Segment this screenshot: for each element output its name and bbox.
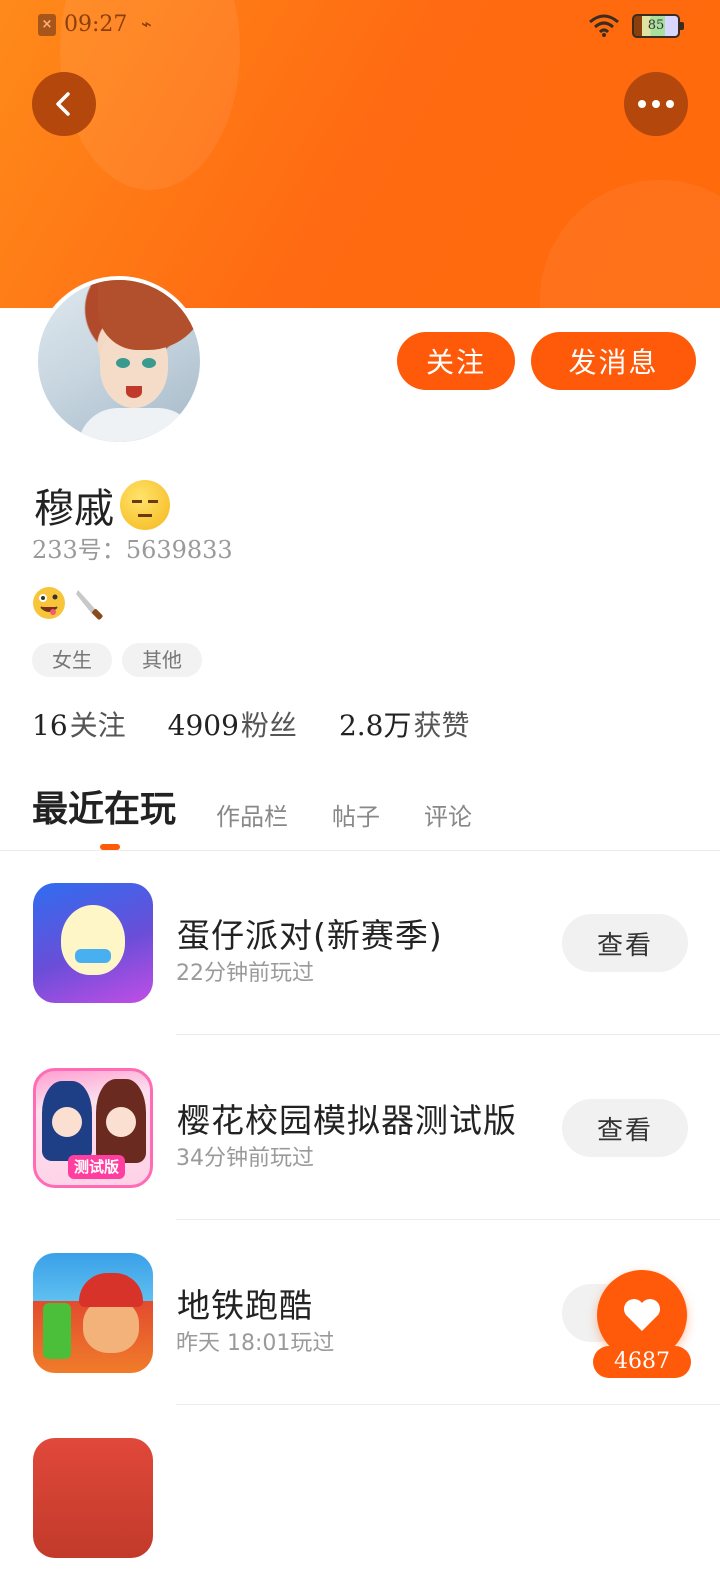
list-item[interactable]: 蛋仔派对(新赛季) 22分钟前玩过 查看 — [0, 851, 720, 1035]
game-icon[interactable]: 测试版 — [33, 1068, 153, 1188]
wifi-icon — [589, 14, 619, 37]
battery-level: 85 — [647, 18, 665, 33]
battery-icon: 85 — [632, 14, 684, 38]
stat-likes[interactable]: 2.8万获赞 — [339, 704, 470, 744]
game-title: 地铁跑酷 — [177, 1286, 313, 1325]
stat-fans[interactable]: 4909粉丝 — [168, 704, 297, 744]
divider — [176, 1404, 720, 1405]
divider — [176, 1219, 720, 1220]
game-last-played: 34分钟前玩过 — [176, 1146, 314, 1171]
status-right: 85 — [588, 14, 684, 38]
avatar[interactable] — [34, 276, 204, 446]
game-last-played: 22分钟前玩过 — [176, 961, 314, 986]
send-message-button[interactable]: 发消息 — [531, 332, 696, 390]
user-id: 233号：5639833 — [32, 530, 233, 565]
stat-following[interactable]: 16关注 — [32, 704, 126, 744]
tab-recently-played[interactable]: 最近在玩 — [32, 780, 176, 832]
back-arrow-icon — [56, 92, 70, 116]
tab-comments[interactable]: 评论 — [424, 797, 472, 832]
tag-other: 其他 — [122, 643, 202, 677]
stat-value: 16 — [32, 709, 68, 742]
tag-gender: 女生 — [32, 643, 112, 677]
notification-icon: × — [38, 13, 56, 36]
user-name-row: 穆戚 — [34, 476, 170, 534]
banner-decoration — [540, 180, 720, 308]
profile-tabs: 最近在玩 作品栏 帖子 评论 — [32, 780, 516, 832]
stat-value: 4909 — [167, 709, 239, 742]
stat-label: 获赞 — [413, 709, 470, 742]
game-last-played: 昨天 18:01玩过 — [176, 1331, 335, 1356]
tab-posts[interactable]: 帖子 — [332, 797, 380, 832]
test-version-badge: 测试版 — [68, 1155, 126, 1179]
user-stats: 16关注 4909粉丝 2.8万获赞 — [32, 704, 469, 744]
view-button[interactable]: 查看 — [562, 1099, 688, 1157]
user-tags: 女生 其他 — [32, 643, 202, 677]
stat-label: 粉丝 — [240, 709, 297, 742]
stat-value: 2.8万 — [338, 709, 412, 742]
list-item[interactable] — [0, 1406, 720, 1590]
unamused-face-icon — [120, 480, 170, 530]
divider — [176, 1034, 720, 1035]
status-bar: × 09:27 ⌁ 85 — [0, 0, 720, 56]
game-icon[interactable] — [33, 1438, 153, 1558]
back-button[interactable] — [32, 72, 96, 136]
status-time: 09:27 — [64, 12, 128, 37]
more-dots-icon — [638, 100, 674, 108]
status-left: × 09:27 ⌁ — [38, 12, 157, 37]
game-title: 蛋仔派对(新赛季) — [177, 916, 443, 955]
user-bio — [32, 586, 106, 620]
knife-icon — [76, 590, 103, 620]
more-options-button[interactable] — [624, 72, 688, 136]
user-name: 穆戚 — [34, 486, 114, 532]
game-icon[interactable] — [33, 1253, 153, 1373]
view-button[interactable]: 查看 — [562, 914, 688, 972]
stat-label: 关注 — [69, 709, 126, 742]
zany-face-icon — [33, 587, 65, 619]
user-id-value: 5639833 — [125, 536, 233, 564]
follow-button[interactable]: 关注 — [397, 332, 515, 390]
like-count: 4687 — [593, 1346, 691, 1378]
list-item[interactable]: 测试版 樱花校园模拟器测试版 34分钟前玩过 查看 — [0, 1036, 720, 1220]
game-title: 樱花校园模拟器测试版 — [177, 1101, 517, 1140]
user-id-label: 233号： — [32, 536, 126, 564]
app-notification-icon: ⌁ — [140, 13, 152, 35]
tab-works[interactable]: 作品栏 — [216, 797, 288, 832]
game-icon[interactable] — [33, 883, 153, 1003]
heart-icon — [624, 1299, 660, 1331]
